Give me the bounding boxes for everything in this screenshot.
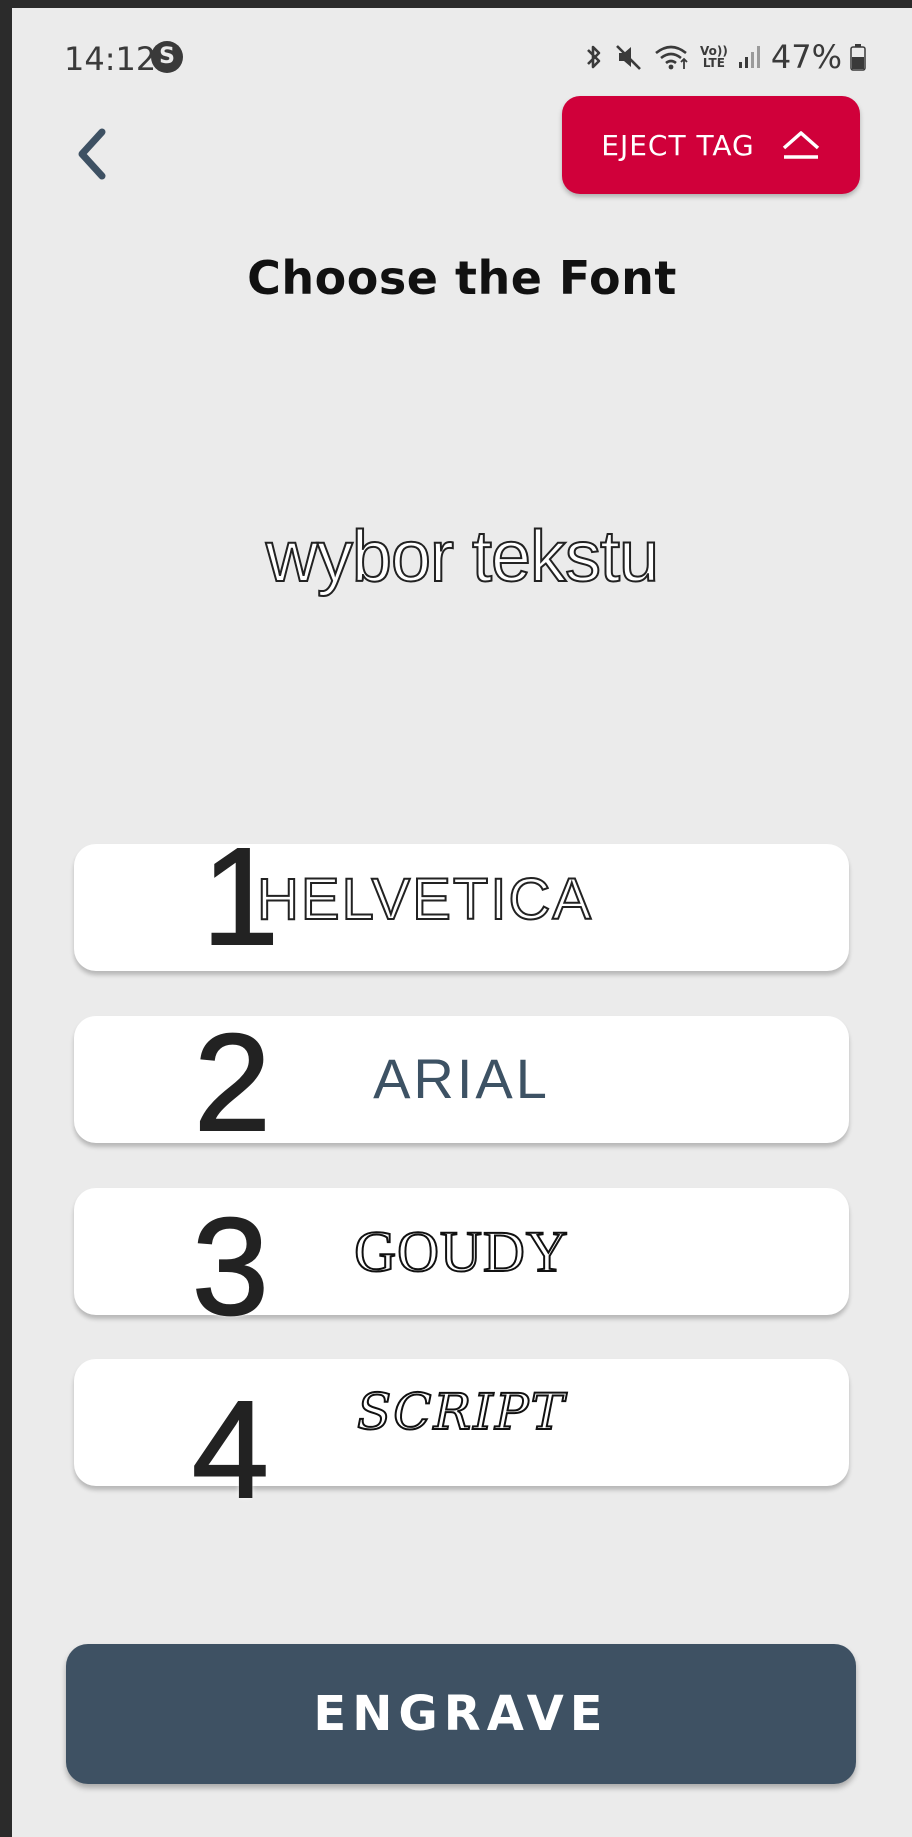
mute-icon bbox=[615, 45, 641, 70]
engrave-button[interactable]: ENGRAVE bbox=[66, 1644, 856, 1784]
font-option-arial[interactable]: 2 ARIAL bbox=[74, 1013, 849, 1153]
back-button[interactable] bbox=[64, 118, 124, 188]
font-option-name: GOUDY bbox=[353, 1218, 569, 1285]
wifi-icon bbox=[655, 45, 688, 70]
status-icons: Vo)) LTE 47% bbox=[583, 38, 866, 76]
font-option-name: ARIAL bbox=[373, 1047, 550, 1110]
chevron-left-icon bbox=[78, 128, 106, 180]
eject-tag-button[interactable]: EJECT TAG bbox=[562, 96, 860, 194]
volte-label: Vo)) LTE bbox=[699, 44, 728, 70]
bluetooth-icon bbox=[586, 45, 601, 69]
app-screen: 14:12 S Vo)) LTE 47% EJECT TAG Choose th… bbox=[12, 8, 912, 1837]
eject-tag-label: EJECT TAG bbox=[601, 128, 755, 162]
status-time: 14:12 bbox=[64, 40, 157, 78]
signal-icon bbox=[738, 46, 760, 68]
eject-icon bbox=[782, 131, 819, 159]
s-badge-icon: S bbox=[151, 41, 183, 73]
font-option-name: SCRIPT bbox=[356, 1382, 566, 1442]
font-option-name: HELVETICA bbox=[256, 866, 594, 933]
battery-percent: 47% bbox=[770, 38, 842, 76]
status-bar: 14:12 S Vo)) LTE 47% bbox=[12, 8, 912, 98]
font-option-goudy[interactable]: 3 GOUDY bbox=[74, 1188, 849, 1337]
engraving-preview-text: wybor tekstu bbox=[265, 516, 660, 598]
font-option-helvetica[interactable]: 1 HELVETICA bbox=[74, 827, 849, 971]
page-title: Choose the Font bbox=[247, 251, 677, 305]
battery-icon bbox=[850, 44, 866, 71]
font-option-script[interactable]: 4 SCRIPT bbox=[74, 1359, 849, 1520]
